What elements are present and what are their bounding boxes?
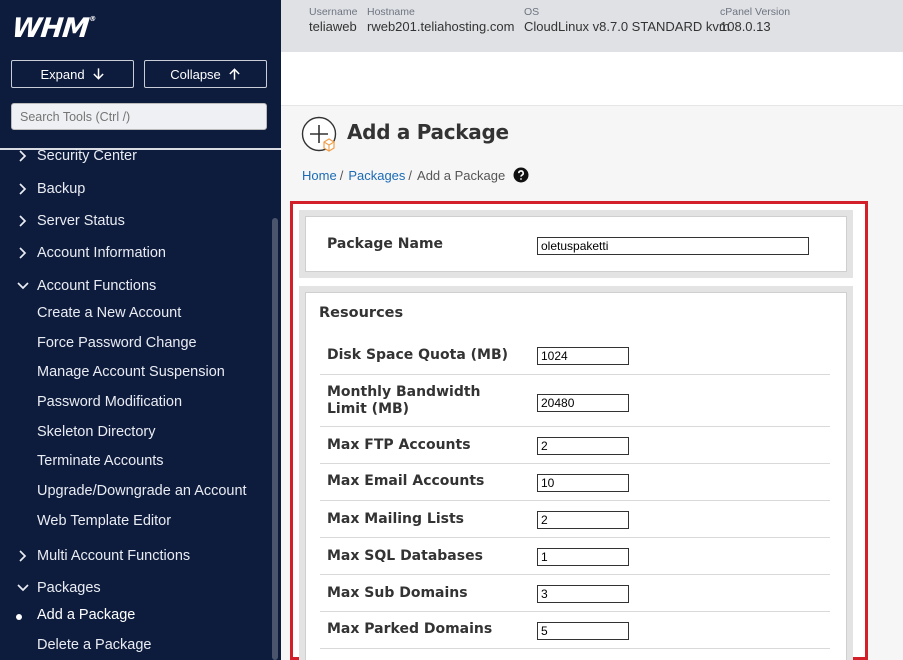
bandwidth-input[interactable]	[537, 394, 629, 412]
package-name-row: Package Name	[320, 217, 830, 271]
chevron-down-icon	[17, 584, 29, 592]
field-row-ftp: Max FTP Accounts	[320, 427, 830, 464]
resources-panel: Resources Disk Space Quota (MB) Monthly …	[299, 286, 853, 660]
sidebar-item-account-functions[interactable]: Account Functions	[15, 278, 156, 294]
hostname-info: Hostname rweb201.teliahosting.com	[367, 6, 515, 34]
field-row-sub-domains: Max Sub Domains	[320, 575, 830, 612]
header-spacer	[281, 52, 903, 106]
parked-domains-input[interactable]	[537, 622, 629, 640]
os-info: OS CloudLinux v8.7.0 STANDARD kvm	[524, 6, 730, 34]
package-name-input[interactable]	[537, 237, 809, 255]
field-row-email: Max Email Accounts	[320, 464, 830, 501]
sidebar-subitem-web-template-editor[interactable]: Web Template Editor	[37, 513, 171, 529]
sidebar-subitem-manage-account-suspension[interactable]: Manage Account Suspension	[37, 364, 225, 380]
username-info: Username teliaweb	[309, 6, 358, 34]
chevron-right-icon	[19, 247, 27, 259]
sidebar-item-backup[interactable]: Backup	[15, 181, 85, 197]
whm-logo[interactable]: WHM®	[10, 13, 96, 44]
collapse-button[interactable]: Collapse	[144, 60, 267, 88]
breadcrumb: Home / Packages / Add a Package	[302, 167, 529, 183]
sidebar-subitem-create-new-account[interactable]: Create a New Account	[37, 305, 181, 321]
breadcrumb-packages-link[interactable]: Packages	[348, 168, 405, 183]
field-row-sql-databases: Max SQL Databases	[320, 538, 830, 575]
field-row-bandwidth: Monthly Bandwidth Limit (MB)	[320, 375, 830, 427]
highlighted-form-region: Package Name Resources Disk Space Quota …	[290, 201, 868, 660]
page-title: Add a Package	[347, 120, 509, 144]
ftp-accounts-input[interactable]	[537, 437, 629, 455]
sidebar-scrollbar[interactable]	[272, 218, 278, 660]
field-row-mailing-lists: Max Mailing Lists	[320, 501, 830, 538]
add-package-icon	[301, 116, 337, 152]
chevron-right-icon	[19, 150, 27, 162]
search-tools-input[interactable]	[11, 103, 267, 130]
breadcrumb-current: Add a Package	[417, 167, 506, 183]
package-name-label: Package Name	[327, 236, 444, 252]
chevron-down-icon	[17, 282, 29, 290]
sidebar-subitem-terminate-accounts[interactable]: Terminate Accounts	[37, 453, 164, 469]
package-name-panel: Package Name	[299, 210, 853, 278]
sidebar-subitem-force-password-change[interactable]: Force Password Change	[37, 335, 197, 351]
expand-button[interactable]: Expand	[11, 60, 134, 88]
sql-databases-input[interactable]	[537, 548, 629, 566]
sidebar-item-packages[interactable]: Packages	[15, 580, 101, 596]
sidebar-item-multi-account-functions[interactable]: Multi Account Functions	[15, 548, 190, 564]
active-indicator-dot	[16, 614, 22, 620]
disk-space-input[interactable]	[537, 347, 629, 365]
resources-title: Resources	[319, 305, 404, 321]
help-icon[interactable]	[513, 167, 529, 183]
sidebar-subitem-password-modification[interactable]: Password Modification	[37, 394, 182, 410]
sidebar: WHM® Expand Collapse Security Center Bac…	[0, 0, 281, 660]
sidebar-subitem-upgrade-downgrade[interactable]: Upgrade/Downgrade an Account	[37, 483, 247, 499]
breadcrumb-home-link[interactable]: Home	[302, 168, 337, 183]
sidebar-item-security-center[interactable]: Security Center	[15, 148, 137, 164]
sidebar-subitem-delete-a-package[interactable]: Delete a Package	[37, 637, 151, 653]
cpanel-version-info: cPanel Version 108.0.13	[720, 6, 791, 34]
mailing-lists-input[interactable]	[537, 511, 629, 529]
chevron-right-icon	[19, 183, 27, 195]
sidebar-item-server-status[interactable]: Server Status	[15, 213, 125, 229]
sidebar-subitem-skeleton-directory[interactable]: Skeleton Directory	[37, 424, 155, 440]
email-accounts-input[interactable]	[537, 474, 629, 492]
server-info-bar: Username teliaweb Hostname rweb201.telia…	[281, 0, 903, 52]
chevron-right-icon	[19, 550, 27, 562]
sub-domains-input[interactable]	[537, 585, 629, 603]
field-row-disk-space: Disk Space Quota (MB)	[320, 337, 830, 375]
sidebar-subitem-add-a-package[interactable]: Add a Package	[37, 607, 135, 623]
field-row-parked-domains: Max Parked Domains	[320, 612, 830, 649]
sidebar-item-account-information[interactable]: Account Information	[15, 245, 166, 261]
chevron-right-icon	[19, 215, 27, 227]
arrow-down-icon	[92, 68, 104, 80]
main-content: Add a Package Home / Packages / Add a Pa…	[281, 106, 903, 660]
arrow-up-icon	[229, 68, 240, 80]
